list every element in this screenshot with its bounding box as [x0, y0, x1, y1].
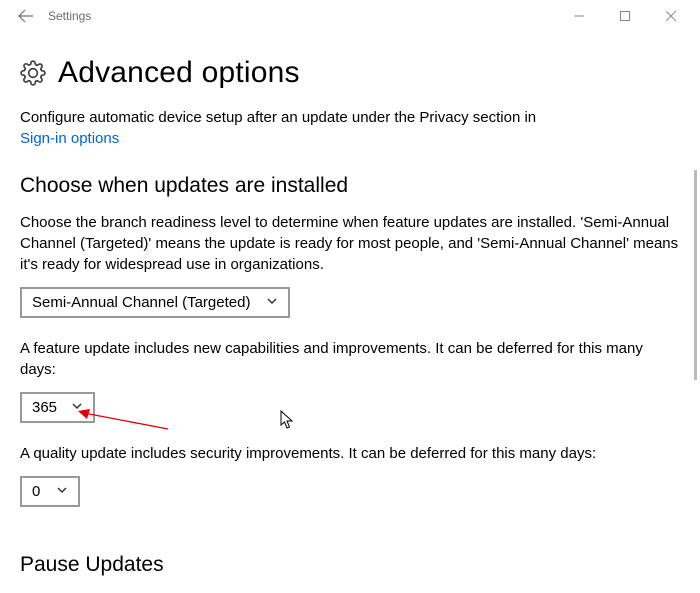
close-icon — [666, 11, 676, 21]
quality-defer-description: A quality update includes security impro… — [20, 443, 680, 464]
scrollbar[interactable] — [694, 170, 697, 380]
feature-defer-days-value: 365 — [32, 399, 57, 416]
branch-readiness-dropdown[interactable]: Semi-Annual Channel (Targeted) — [20, 287, 290, 318]
minimize-icon — [574, 11, 584, 21]
back-button[interactable] — [6, 0, 46, 32]
page-header: Advanced options — [20, 56, 680, 90]
chevron-down-icon — [56, 483, 68, 500]
branch-readiness-value: Semi-Annual Channel (Targeted) — [32, 294, 250, 311]
section-heading-updates: Choose when updates are installed — [20, 174, 680, 198]
section-heading-pause: Pause Updates — [20, 553, 680, 577]
page-title: Advanced options — [58, 56, 300, 90]
back-arrow-icon — [18, 8, 34, 24]
maximize-button[interactable] — [602, 0, 648, 32]
intro-text: Configure automatic device setup after a… — [20, 108, 680, 128]
chevron-down-icon — [266, 294, 278, 311]
branch-description: Choose the branch readiness level to det… — [20, 212, 680, 275]
feature-defer-description: A feature update includes new capabiliti… — [20, 338, 680, 380]
titlebar: Settings — [0, 0, 700, 32]
maximize-icon — [620, 11, 630, 21]
content-area: Advanced options Configure automatic dev… — [0, 32, 700, 577]
window-title: Settings — [48, 9, 91, 23]
close-button[interactable] — [648, 0, 694, 32]
chevron-down-icon — [71, 399, 83, 416]
feature-defer-days-dropdown[interactable]: 365 — [20, 392, 95, 423]
window-controls — [556, 0, 694, 32]
quality-defer-days-value: 0 — [32, 483, 40, 500]
minimize-button[interactable] — [556, 0, 602, 32]
signin-options-link[interactable]: Sign-in options — [20, 130, 119, 147]
gear-icon — [20, 60, 46, 86]
quality-defer-days-dropdown[interactable]: 0 — [20, 476, 80, 507]
